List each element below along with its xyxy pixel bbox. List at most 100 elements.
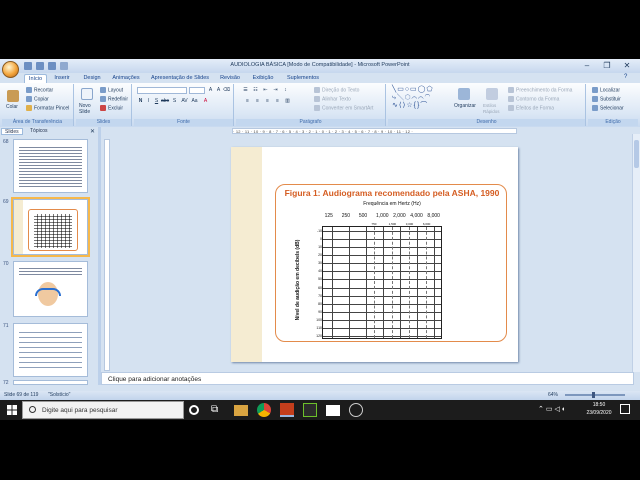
cut-button[interactable]: Recortar [26,87,53,93]
close-button[interactable]: ✕ [618,60,636,71]
case-icon[interactable]: Aa [191,98,198,105]
tab-slides[interactable]: Slides [1,128,23,135]
slides-group: Novo Slide Layout Redefinir Excluir Slid… [76,84,132,126]
system-tray-icons[interactable]: ⌃▭◁◐ [538,405,568,413]
task-view-icon[interactable]: ⧉ [211,403,225,417]
copy-button[interactable]: Copiar [26,96,49,102]
windows-start-icon[interactable] [2,401,22,419]
text-direction-button[interactable]: Direção do Texto [314,87,359,93]
slide-thumbnail-selected[interactable] [11,197,90,257]
paste-button[interactable]: Colar [6,104,18,110]
zoom-level[interactable]: 64% [548,392,558,398]
minimize-button[interactable]: – [578,60,596,71]
notification-icon[interactable] [620,404,630,414]
help-icon[interactable]: ? [624,74,627,80]
shrink-font-icon[interactable]: A [215,87,222,94]
taskbar-search-box[interactable]: Digite aqui para pesquisar [22,401,184,419]
delete-button[interactable]: Excluir [100,105,123,111]
grid-hline [323,295,441,297]
decrease-indent-icon[interactable]: ⇤ [262,87,269,94]
tab-animacoes[interactable]: Animações [110,74,142,83]
slide-canvas[interactable]: Figura 1: Audiograma recomendado pela AS… [231,147,518,362]
notes-placeholder: Clique para adicionar anotações [108,376,202,383]
tab-revisao[interactable]: Revisão [217,74,243,83]
new-slide-button[interactable]: Novo Slide [79,103,97,115]
status-bar: Slide 69 de 119 "Solstício" 64% [0,391,640,400]
slide-thumbnail[interactable] [13,261,88,317]
slide-thumbnail[interactable] [13,323,88,377]
find-button[interactable]: Localizar [592,87,620,93]
tab-inicio[interactable]: Início [24,74,47,83]
tab-exibicao[interactable]: Exibição [249,74,277,83]
slides-panel: Slides Tópicos ✕ 68 69 70 71 72 [0,127,98,386]
tab-topicos[interactable]: Tópicos [27,128,51,135]
line-spacing-icon[interactable]: ↕ [282,87,289,94]
close-panel-icon[interactable]: ✕ [90,128,95,135]
maximize-button[interactable]: ❐ [598,60,616,71]
font-color-icon[interactable]: A [202,98,209,105]
arrange-button[interactable]: Organizar [454,103,476,109]
store-icon[interactable] [326,405,340,416]
layout-button[interactable]: Layout [100,87,123,93]
reset-button[interactable]: Redefinir [100,96,128,102]
format-painter-button[interactable]: Formatar Pincel [26,105,69,111]
font-size-combo[interactable] [189,87,205,94]
grid-dashed-vline [408,227,410,338]
align-text-button[interactable]: Alinhar Texto [314,96,351,102]
audiogram-figure[interactable]: Figura 1: Audiograma recomendado pela AS… [275,184,507,342]
chrome-icon[interactable] [257,403,271,417]
justify-icon[interactable]: ≡ [274,98,281,105]
grid-hline [323,239,441,241]
slide-thumbnail[interactable] [13,380,88,385]
save-icon[interactable] [24,62,32,70]
shape-outline-button[interactable]: Contorno da Forma [508,96,559,102]
smartart-button[interactable]: Converter em SmartArt [314,105,373,111]
numbering-icon[interactable]: ☷ [252,87,259,94]
zoom-slider-thumb[interactable] [592,392,595,398]
shape-fill-button[interactable]: Preenchimento da Forma [508,87,572,93]
app-icon[interactable] [303,403,317,417]
undo-icon[interactable] [36,62,44,70]
file-explorer-icon[interactable] [234,405,248,416]
panel-splitter[interactable] [98,127,101,385]
strikethrough-icon[interactable]: abc [161,98,169,105]
powerpoint-taskbar-icon[interactable] [280,403,294,417]
select-button[interactable]: Selecionar [592,105,624,111]
align-center-icon[interactable]: ≡ [254,98,261,105]
grid-vline [400,227,402,338]
slide-thumbnail[interactable] [13,139,88,193]
italic-icon[interactable]: I [145,98,152,105]
tab-inserir[interactable]: Inserir [50,74,74,83]
office-button[interactable] [2,61,19,78]
clear-format-icon[interactable]: ⌫ [223,87,230,94]
vertical-ruler[interactable] [104,139,110,371]
shape-effects-button[interactable]: Efeitos de Forma [508,105,554,111]
notes-pane[interactable]: Clique para adicionar anotações [101,372,634,385]
underline-icon[interactable]: S [153,98,160,105]
columns-icon[interactable]: ▥ [284,98,291,105]
tab-suplementos[interactable]: Suplementos [283,74,323,83]
shapes-gallery[interactable]: ╲▭○▭◯⬠ ⤷╲⬡⌒⌒◠ ∿⟨⟩☆{}⌒ [392,86,450,110]
customize-quick-access-icon[interactable] [60,62,68,70]
spacing-icon[interactable]: AV [181,98,188,105]
increase-indent-icon[interactable]: ⇥ [272,87,279,94]
align-left-icon[interactable]: ≡ [244,98,251,105]
grow-font-icon[interactable]: A [207,87,214,94]
redo-icon[interactable] [48,62,56,70]
align-right-icon[interactable]: ≡ [264,98,271,105]
bold-icon[interactable]: N [137,98,144,105]
vertical-scrollbar[interactable] [632,134,640,372]
app-circle-icon[interactable] [349,403,363,417]
replace-button[interactable]: Substituir [592,96,621,102]
ribbon: Colar Recortar Copiar Formatar Pincel Ár… [0,83,640,127]
font-name-combo[interactable] [137,87,187,94]
bullets-icon[interactable]: ☰ [242,87,249,94]
tab-design[interactable]: Design [80,74,104,83]
quick-styles-button[interactable]: Estilos Rápidos [483,103,505,115]
cortana-icon[interactable] [189,405,199,415]
shadow-icon[interactable]: S [171,98,178,105]
horizontal-ruler[interactable]: · 12 · 11 · 10 · 9 · 8 · 7 · 6 · 5 · 4 ·… [232,128,517,134]
tab-apresentacao[interactable]: Apresentação de Slides [148,74,212,83]
zoom-slider[interactable] [565,394,625,396]
taskbar-clock[interactable]: 18:50 23/09/2020 [582,401,616,417]
